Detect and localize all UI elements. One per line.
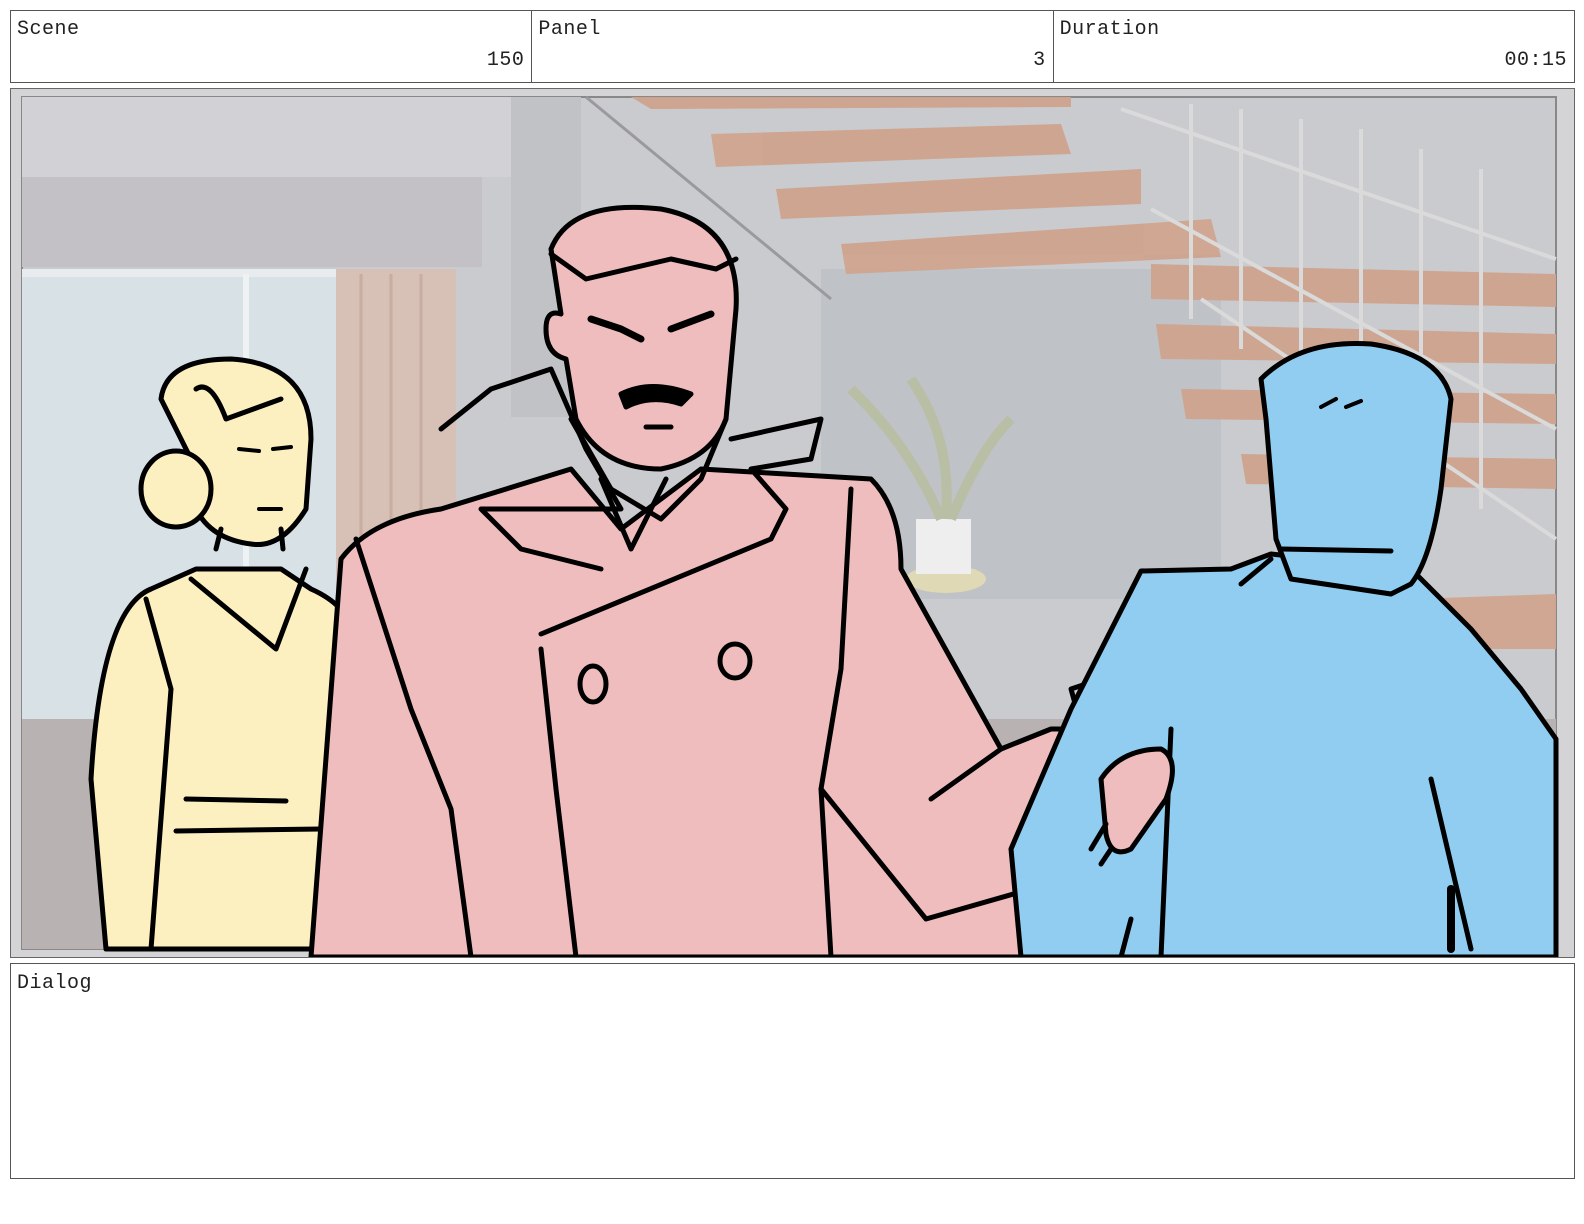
duration-label: Duration: [1059, 18, 1160, 41]
duration-value[interactable]: 00:15: [1504, 49, 1567, 72]
storyboard-frame[interactable]: [10, 88, 1575, 958]
scene-cell: Scene 150: [11, 11, 533, 82]
scene-label: Scene: [17, 18, 80, 41]
dialog-label: Dialog: [17, 972, 93, 995]
storyboard-header: Scene 150 Panel 3 Duration 00:15: [10, 10, 1575, 83]
panel-cell: Panel 3: [532, 11, 1054, 82]
panel-label: Panel: [538, 18, 601, 41]
panel-value[interactable]: 3: [1033, 49, 1046, 72]
scene-value[interactable]: 150: [487, 49, 525, 72]
duration-cell: Duration 00:15: [1054, 11, 1574, 82]
dialog-box[interactable]: Dialog: [10, 963, 1575, 1179]
panel-drawing: [11, 89, 1574, 957]
